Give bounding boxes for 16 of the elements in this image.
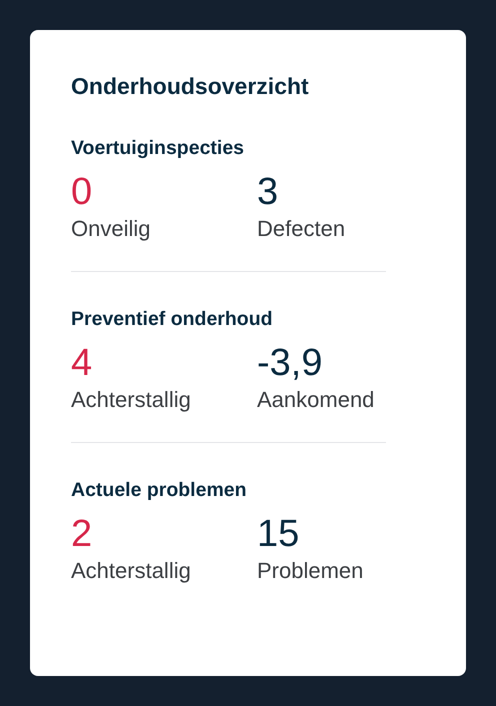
stat-label: Achterstallig (71, 386, 192, 414)
stat-label: Defecten (257, 215, 346, 243)
stat-label: Problemen (257, 557, 364, 585)
stat-value: -3,9 (257, 341, 324, 385)
stat-value: 3 (257, 170, 280, 214)
stat-label: Onveilig (71, 215, 152, 243)
stat-value: 2 (71, 512, 94, 556)
section-heading: Voertuiginspecties (71, 136, 246, 161)
stat-label: Achterstallig (71, 557, 192, 585)
stat-label: Aankomend (257, 386, 376, 414)
stat-value: 0 (71, 170, 94, 214)
stat-value: 4 (71, 341, 94, 385)
section-heading: Actuele problemen (71, 478, 248, 503)
card-title: Onderhoudsoverzicht (71, 72, 310, 101)
section-heading: Preventief onderhoud (71, 307, 274, 332)
stat-value: 15 (257, 512, 300, 556)
